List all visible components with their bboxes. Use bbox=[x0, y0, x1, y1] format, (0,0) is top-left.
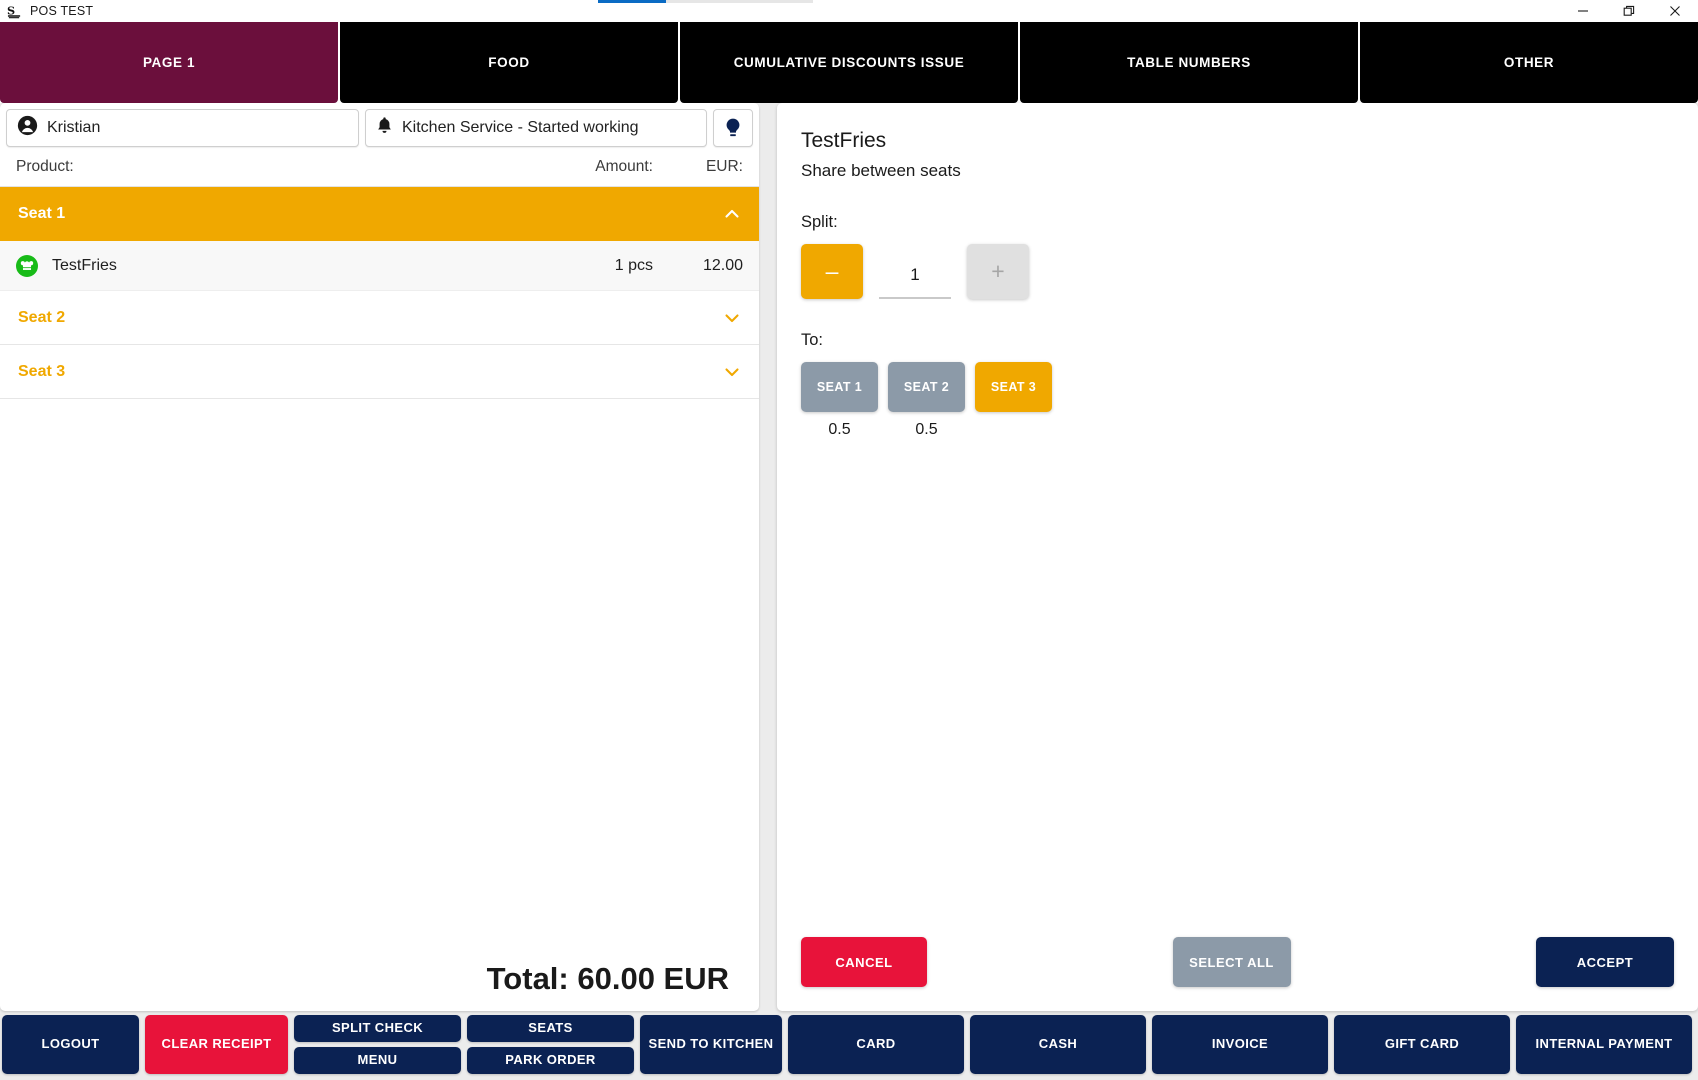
user-field[interactable]: Kristian bbox=[6, 109, 359, 147]
tab-cumulative-discounts-issue[interactable]: CUMULATIVE DISCOUNTS ISSUE bbox=[680, 22, 1018, 103]
window-title-bar: S POS TEST bbox=[0, 0, 1698, 22]
panel-title: TestFries bbox=[801, 129, 1674, 153]
panel-action-bar: CANCEL SELECT ALL ACCEPT bbox=[801, 937, 1674, 987]
restore-icon[interactable] bbox=[1606, 0, 1652, 22]
seats-button[interactable]: SEATS bbox=[467, 1015, 634, 1042]
send-to-kitchen-button[interactable]: SEND TO KITCHEN bbox=[640, 1015, 782, 1074]
tab-other[interactable]: OTHER bbox=[1360, 22, 1698, 103]
seat-option-seat-1: SEAT 1 0.5 bbox=[801, 362, 878, 441]
chevron-down-icon bbox=[723, 363, 741, 381]
pos-app-icon: S bbox=[6, 3, 23, 20]
receipt-column-headers: Product: Amount: EUR: bbox=[0, 147, 759, 187]
park-order-button[interactable]: PARK ORDER bbox=[467, 1047, 634, 1074]
split-stepper: – 1 + bbox=[801, 244, 1674, 299]
seat-group-label: Seat 3 bbox=[18, 363, 65, 381]
seat-share-value-seat-2: 0.5 bbox=[915, 421, 937, 441]
panel-subtitle: Share between seats bbox=[801, 161, 1674, 181]
status-field[interactable]: Kitchen Service - Started working bbox=[365, 109, 707, 147]
seat-group-label: Seat 1 bbox=[18, 205, 65, 223]
receipt-header-fields: Kristian Kitchen Service - Started worki… bbox=[0, 103, 759, 147]
page-tab-bar: PAGE 1 FOOD CUMULATIVE DISCOUNTS ISSUE T… bbox=[0, 22, 1698, 103]
seat-group-label: Seat 2 bbox=[18, 309, 65, 327]
line-item-amount: 12.00 bbox=[653, 257, 743, 275]
seat-option-seat-3: SEAT 3 bbox=[975, 362, 1052, 441]
receipt-empty-area bbox=[0, 399, 759, 961]
seat-button-seat-2[interactable]: SEAT 2 bbox=[888, 362, 965, 412]
seat-share-value-seat-1: 0.5 bbox=[828, 421, 850, 441]
chevron-down-icon bbox=[723, 309, 741, 327]
panel-spacer bbox=[801, 441, 1674, 937]
gift-card-payment-button[interactable]: GIFT CARD bbox=[1334, 1015, 1510, 1074]
invoice-payment-button[interactable]: INVOICE bbox=[1152, 1015, 1328, 1074]
seats-park-stack: SEATS PARK ORDER bbox=[467, 1015, 634, 1074]
user-name: Kristian bbox=[47, 119, 100, 137]
logout-button[interactable]: LOGOUT bbox=[2, 1015, 139, 1074]
line-item-name: TestFries bbox=[52, 257, 483, 275]
column-currency: EUR: bbox=[653, 158, 743, 176]
seat-group-header-seat-3[interactable]: Seat 3 bbox=[0, 345, 759, 399]
column-amount: Amount: bbox=[483, 158, 653, 176]
seat-button-seat-1[interactable]: SEAT 1 bbox=[801, 362, 878, 412]
user-icon bbox=[17, 115, 38, 141]
clear-receipt-button[interactable]: CLEAR RECEIPT bbox=[145, 1015, 288, 1074]
cash-payment-button[interactable]: CASH bbox=[970, 1015, 1146, 1074]
lightbulb-icon[interactable] bbox=[713, 109, 753, 147]
close-icon[interactable] bbox=[1652, 0, 1698, 22]
progress-fill bbox=[598, 0, 666, 3]
bottom-toolbar: LOGOUT CLEAR RECEIPT SPLIT CHECK MENU SE… bbox=[0, 1011, 1698, 1080]
share-between-seats-panel: TestFries Share between seats Split: – 1… bbox=[777, 103, 1698, 1011]
main-content: Kristian Kitchen Service - Started worki… bbox=[0, 103, 1698, 1011]
accept-button[interactable]: ACCEPT bbox=[1536, 937, 1674, 987]
status-text: Kitchen Service - Started working bbox=[402, 119, 639, 137]
menu-button[interactable]: MENU bbox=[294, 1047, 461, 1074]
bell-icon bbox=[376, 116, 393, 140]
chevron-up-icon bbox=[723, 205, 741, 223]
split-increment-button[interactable]: + bbox=[967, 244, 1029, 299]
seat-selector: SEAT 1 0.5 SEAT 2 0.5 SEAT 3 bbox=[801, 362, 1674, 441]
split-value[interactable]: 1 bbox=[879, 244, 951, 299]
line-item-quantity: 1 pcs bbox=[483, 257, 653, 275]
to-label: To: bbox=[801, 331, 1674, 350]
window-controls bbox=[1560, 0, 1698, 22]
select-all-button[interactable]: SELECT ALL bbox=[1173, 937, 1291, 987]
split-label: Split: bbox=[801, 213, 1674, 232]
receipt-line-item[interactable]: TestFries 1 pcs 12.00 bbox=[0, 241, 759, 291]
receipt-total: Total: 60.00 EUR bbox=[0, 961, 759, 1011]
seat-group-header-seat-1[interactable]: Seat 1 bbox=[0, 187, 759, 241]
seat-group-header-seat-2[interactable]: Seat 2 bbox=[0, 291, 759, 345]
internal-payment-button[interactable]: INTERNAL PAYMENT bbox=[1516, 1015, 1692, 1074]
seat-button-seat-3[interactable]: SEAT 3 bbox=[975, 362, 1052, 412]
tab-food[interactable]: FOOD bbox=[340, 22, 678, 103]
tab-table-numbers[interactable]: TABLE NUMBERS bbox=[1020, 22, 1358, 103]
tab-page-1[interactable]: PAGE 1 bbox=[0, 22, 338, 103]
split-decrement-button[interactable]: – bbox=[801, 244, 863, 299]
minimize-icon[interactable] bbox=[1560, 0, 1606, 22]
split-check-button[interactable]: SPLIT CHECK bbox=[294, 1015, 461, 1042]
receipt-panel: Kristian Kitchen Service - Started worki… bbox=[0, 103, 759, 1011]
split-menu-stack: SPLIT CHECK MENU bbox=[294, 1015, 461, 1074]
chef-hat-icon bbox=[16, 255, 38, 277]
window-title: POS TEST bbox=[30, 4, 93, 18]
cancel-button[interactable]: CANCEL bbox=[801, 937, 927, 987]
card-payment-button[interactable]: CARD bbox=[788, 1015, 964, 1074]
seat-option-seat-2: SEAT 2 0.5 bbox=[888, 362, 965, 441]
column-product: Product: bbox=[16, 158, 483, 176]
